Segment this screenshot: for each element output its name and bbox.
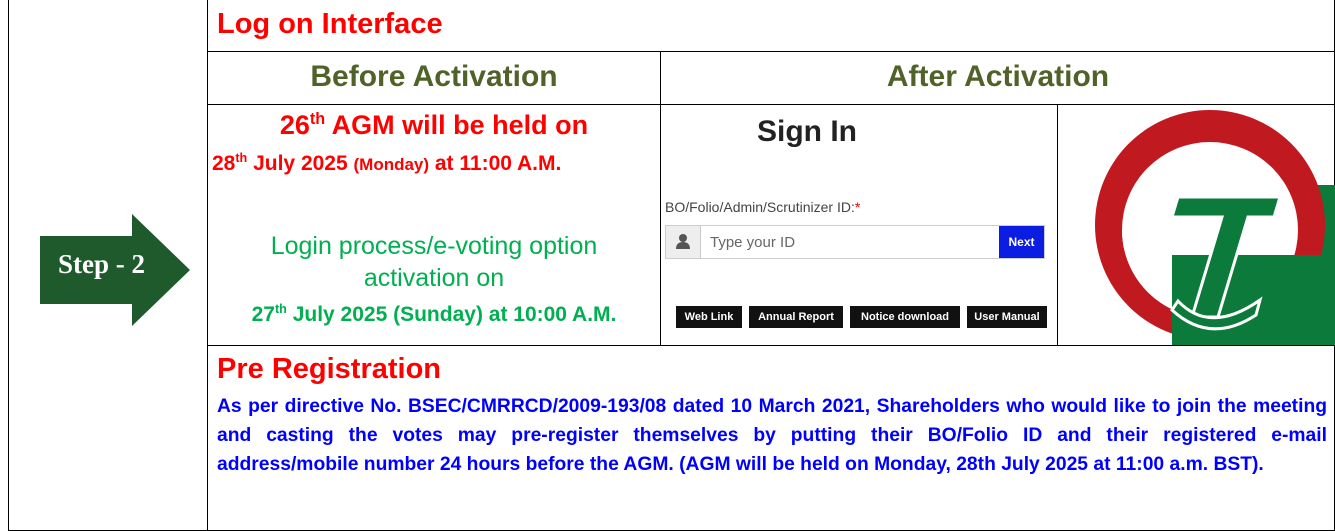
id-input[interactable]: Type your ID Next	[665, 225, 1045, 259]
next-button[interactable]: Next	[999, 226, 1044, 258]
row-divider-title	[207, 51, 1335, 52]
step-label: Step - 2	[58, 249, 145, 279]
row-divider-interface	[207, 345, 1335, 346]
after-activation-header: After Activation	[886, 60, 1110, 93]
activation-line-2: activation on	[363, 264, 505, 292]
agm-date: 28th July 2025 (Monday) at 11:00 A.M.	[212, 151, 562, 175]
web-link-button[interactable]: Web Link	[676, 306, 742, 328]
signin-logo-divider	[1057, 104, 1058, 345]
pre-registration-title: Pre Registration	[217, 353, 441, 385]
before-after-divider	[660, 51, 661, 345]
activation-line-1: Login process/e-voting option	[270, 232, 598, 260]
annual-report-button[interactable]: Annual Report	[749, 306, 843, 328]
user-manual-button[interactable]: User Manual	[967, 306, 1047, 328]
id-input-placeholder: Type your ID	[710, 234, 796, 251]
company-logo	[1060, 105, 1335, 345]
activation-date: 27th July 2025 (Sunday) at 10:00 A.M.	[251, 302, 617, 326]
signin-title: Sign In	[757, 115, 857, 148]
before-activation-header: Before Activation	[310, 60, 558, 93]
user-icon	[666, 226, 701, 258]
id-field-label: BO/Folio/Admin/Scrutinizer ID:*	[665, 199, 861, 215]
agm-heading: 26th AGM will be held on	[279, 110, 589, 140]
section-title: Log on Interface	[217, 8, 443, 40]
step-arrow: Step - 2	[40, 214, 190, 326]
pre-registration-text: As per directive No. BSEC/CMRRCD/2009-19…	[217, 396, 1327, 475]
notice-download-button[interactable]: Notice download	[850, 306, 960, 328]
